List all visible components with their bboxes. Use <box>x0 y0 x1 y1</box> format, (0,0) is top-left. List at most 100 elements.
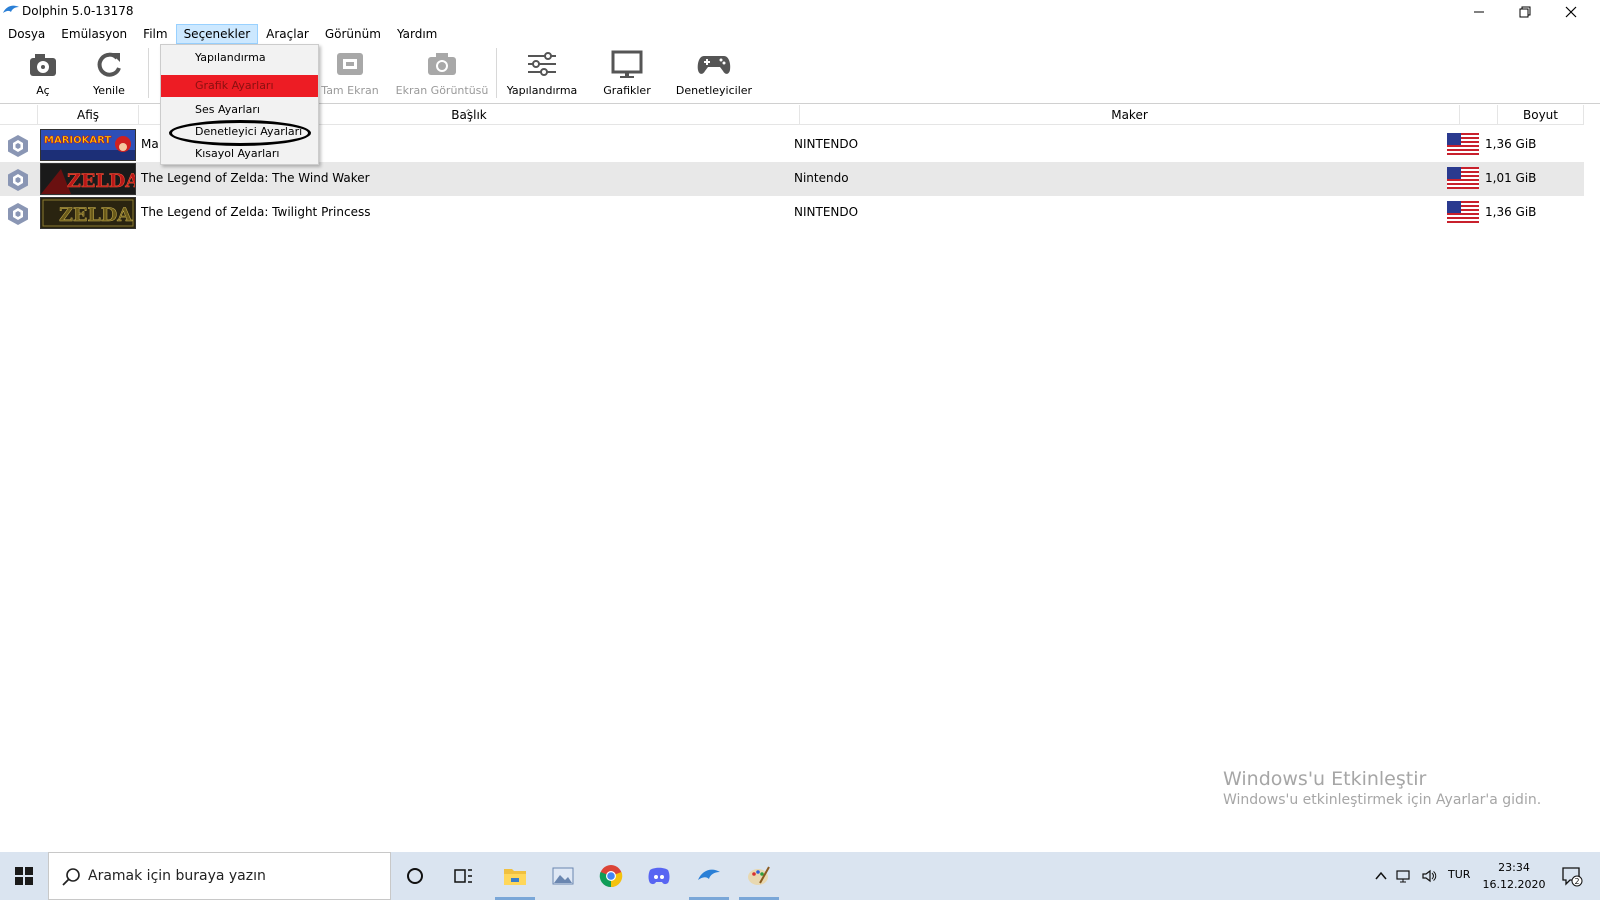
taskbar-search[interactable]: Aramak için buraya yazın <box>48 852 391 900</box>
taskbar-dolphin[interactable] <box>685 852 733 900</box>
input-language[interactable]: TUR <box>1448 868 1470 881</box>
fullscreen-button[interactable]: Tam Ekran <box>320 46 380 102</box>
game-maker: Nintendo <box>794 171 849 185</box>
gamepad-icon <box>697 56 731 74</box>
zelda-wind-waker-banner-art: ZELDA <box>41 164 140 194</box>
usa-flag-icon <box>1447 201 1479 223</box>
volume-tray-button[interactable] <box>1418 852 1440 900</box>
notification-count: 2 <box>1574 877 1579 886</box>
refresh-button[interactable]: Yenile <box>86 46 132 102</box>
gamecube-icon <box>8 169 28 191</box>
zelda-twilight-princess-banner-art: ZELDA <box>41 198 135 228</box>
menu-help[interactable]: Yardım <box>389 24 445 44</box>
controllers-label: Denetleyiciler <box>675 84 753 97</box>
refresh-icon <box>97 52 121 77</box>
mario-kart-banner-art: MARIOKART <box>41 130 135 160</box>
taskbar-file-explorer[interactable] <box>491 852 539 900</box>
close-icon <box>1565 6 1577 18</box>
column-platform[interactable] <box>0 105 38 125</box>
svg-text:ZELDA: ZELDA <box>67 170 135 192</box>
clock-time: 23:34 <box>1498 861 1530 874</box>
minimize-button[interactable] <box>1456 0 1502 24</box>
column-size[interactable]: Boyut <box>1498 105 1584 125</box>
task-view-button[interactable] <box>439 852 487 900</box>
column-region[interactable] <box>1460 105 1498 125</box>
camera-icon <box>428 53 456 75</box>
column-maker[interactable]: Maker <box>800 105 1460 125</box>
game-title: The Legend of Zelda: Twilight Princess <box>141 205 371 219</box>
menu-item-controller-settings[interactable]: Denetleyici Ayarları <box>161 121 318 143</box>
menu-bar: Dosya Emülasyon Film Seçenekler Araçlar … <box>0 24 1600 44</box>
close-button[interactable] <box>1548 0 1594 24</box>
refresh-label: Yenile <box>93 84 125 97</box>
activation-watermark: Windows'u Etkinleştir Windows'u etkinleş… <box>1223 768 1541 808</box>
usa-flag-icon <box>1447 133 1479 155</box>
config-button[interactable]: Yapılandırma <box>506 46 578 102</box>
game-size: 1,36 GiB <box>1485 137 1537 151</box>
game-maker: NINTENDO <box>794 205 859 219</box>
menu-item-configuration[interactable]: Yapılandırma <box>161 47 318 69</box>
cortana-circle-icon <box>407 868 423 884</box>
sort-ascending-icon: ^ <box>465 108 472 117</box>
menu-file[interactable]: Dosya <box>0 24 53 44</box>
restore-button[interactable] <box>1502 0 1548 24</box>
controllers-button[interactable]: Denetleyiciler <box>674 46 754 102</box>
open-label: Aç <box>36 84 50 97</box>
clock[interactable]: 23:34 16.12.2020 <box>1475 859 1553 893</box>
menu-movie[interactable]: Film <box>135 24 175 44</box>
menu-item-graphics-settings[interactable]: Grafik Ayarları <box>161 75 318 97</box>
game-banner: MARIOKART <box>40 129 136 161</box>
svg-text:ZELDA: ZELDA <box>59 204 132 226</box>
open-disc-icon <box>30 54 56 76</box>
taskbar-chrome[interactable] <box>587 852 635 900</box>
minimize-icon <box>1474 11 1484 13</box>
discord-icon <box>648 867 670 885</box>
fullscreen-icon <box>337 53 363 75</box>
show-hidden-icons-button[interactable] <box>1372 852 1390 900</box>
notification-icon: 2 <box>1562 867 1583 887</box>
watermark-subtitle: Windows'u etkinleştirmek için Ayarlar'a … <box>1223 792 1542 808</box>
screenshot-button[interactable]: Ekran Görüntüsü <box>396 46 488 102</box>
task-view-icon <box>454 869 472 883</box>
chevron-up-icon <box>1375 871 1387 880</box>
game-size: 1,36 GiB <box>1485 205 1537 219</box>
column-banner[interactable]: Afiş <box>38 105 139 125</box>
watermark-title: Windows'u Etkinleştir <box>1223 768 1427 790</box>
windows-logo-icon <box>15 867 33 885</box>
game-banner: ZELDA <box>40 163 140 195</box>
menu-emulation[interactable]: Emülasyon <box>53 24 135 44</box>
options-dropdown-menu: Yapılandırma Grafik Ayarları Ses Ayarlar… <box>160 44 319 165</box>
paint-palette-icon <box>748 866 770 885</box>
taskbar: Aramak için buraya yazın TUR 23:34 16.12… <box>0 852 1600 900</box>
menu-options[interactable]: Seçenekler <box>175 24 259 44</box>
fullscreen-label: Tam Ekran <box>321 84 379 97</box>
graphics-label: Grafikler <box>603 84 651 97</box>
action-center-button[interactable]: 2 <box>1556 852 1588 900</box>
svg-text:MARIOKART: MARIOKART <box>44 135 111 146</box>
game-row[interactable]: ZELDA The Legend of Zelda: The Wind Wake… <box>0 162 1584 196</box>
cortana-button[interactable] <box>391 852 439 900</box>
title-bar: Dolphin 5.0-13178 <box>0 0 1600 24</box>
folder-icon <box>504 869 526 885</box>
sliders-icon <box>528 52 556 76</box>
gamecube-icon <box>8 135 28 157</box>
game-title: The Legend of Zelda: The Wind Waker <box>141 171 370 185</box>
dolphin-app-icon <box>3 5 19 13</box>
window-title: Dolphin 5.0-13178 <box>22 4 134 18</box>
menu-tools[interactable]: Araçlar <box>258 24 317 44</box>
menu-view[interactable]: Görünüm <box>317 24 389 44</box>
monitor-icon <box>611 50 643 78</box>
menu-item-hotkey-settings[interactable]: Kısayol Ayarları <box>161 143 318 165</box>
toolbar-separator <box>496 48 497 98</box>
taskbar-discord[interactable] <box>635 852 683 900</box>
graphics-button[interactable]: Grafikler <box>600 46 654 102</box>
taskbar-photos[interactable] <box>539 852 587 900</box>
start-button[interactable] <box>0 852 48 900</box>
taskbar-paint[interactable] <box>735 852 783 900</box>
network-tray-button[interactable] <box>1394 852 1414 900</box>
usa-flag-icon <box>1447 167 1479 189</box>
game-banner: ZELDA <box>40 197 136 229</box>
menu-item-audio-settings[interactable]: Ses Ayarları <box>161 99 318 121</box>
game-row[interactable]: ZELDA The Legend of Zelda: Twilight Prin… <box>0 196 1584 230</box>
open-button[interactable]: Aç <box>22 46 64 102</box>
